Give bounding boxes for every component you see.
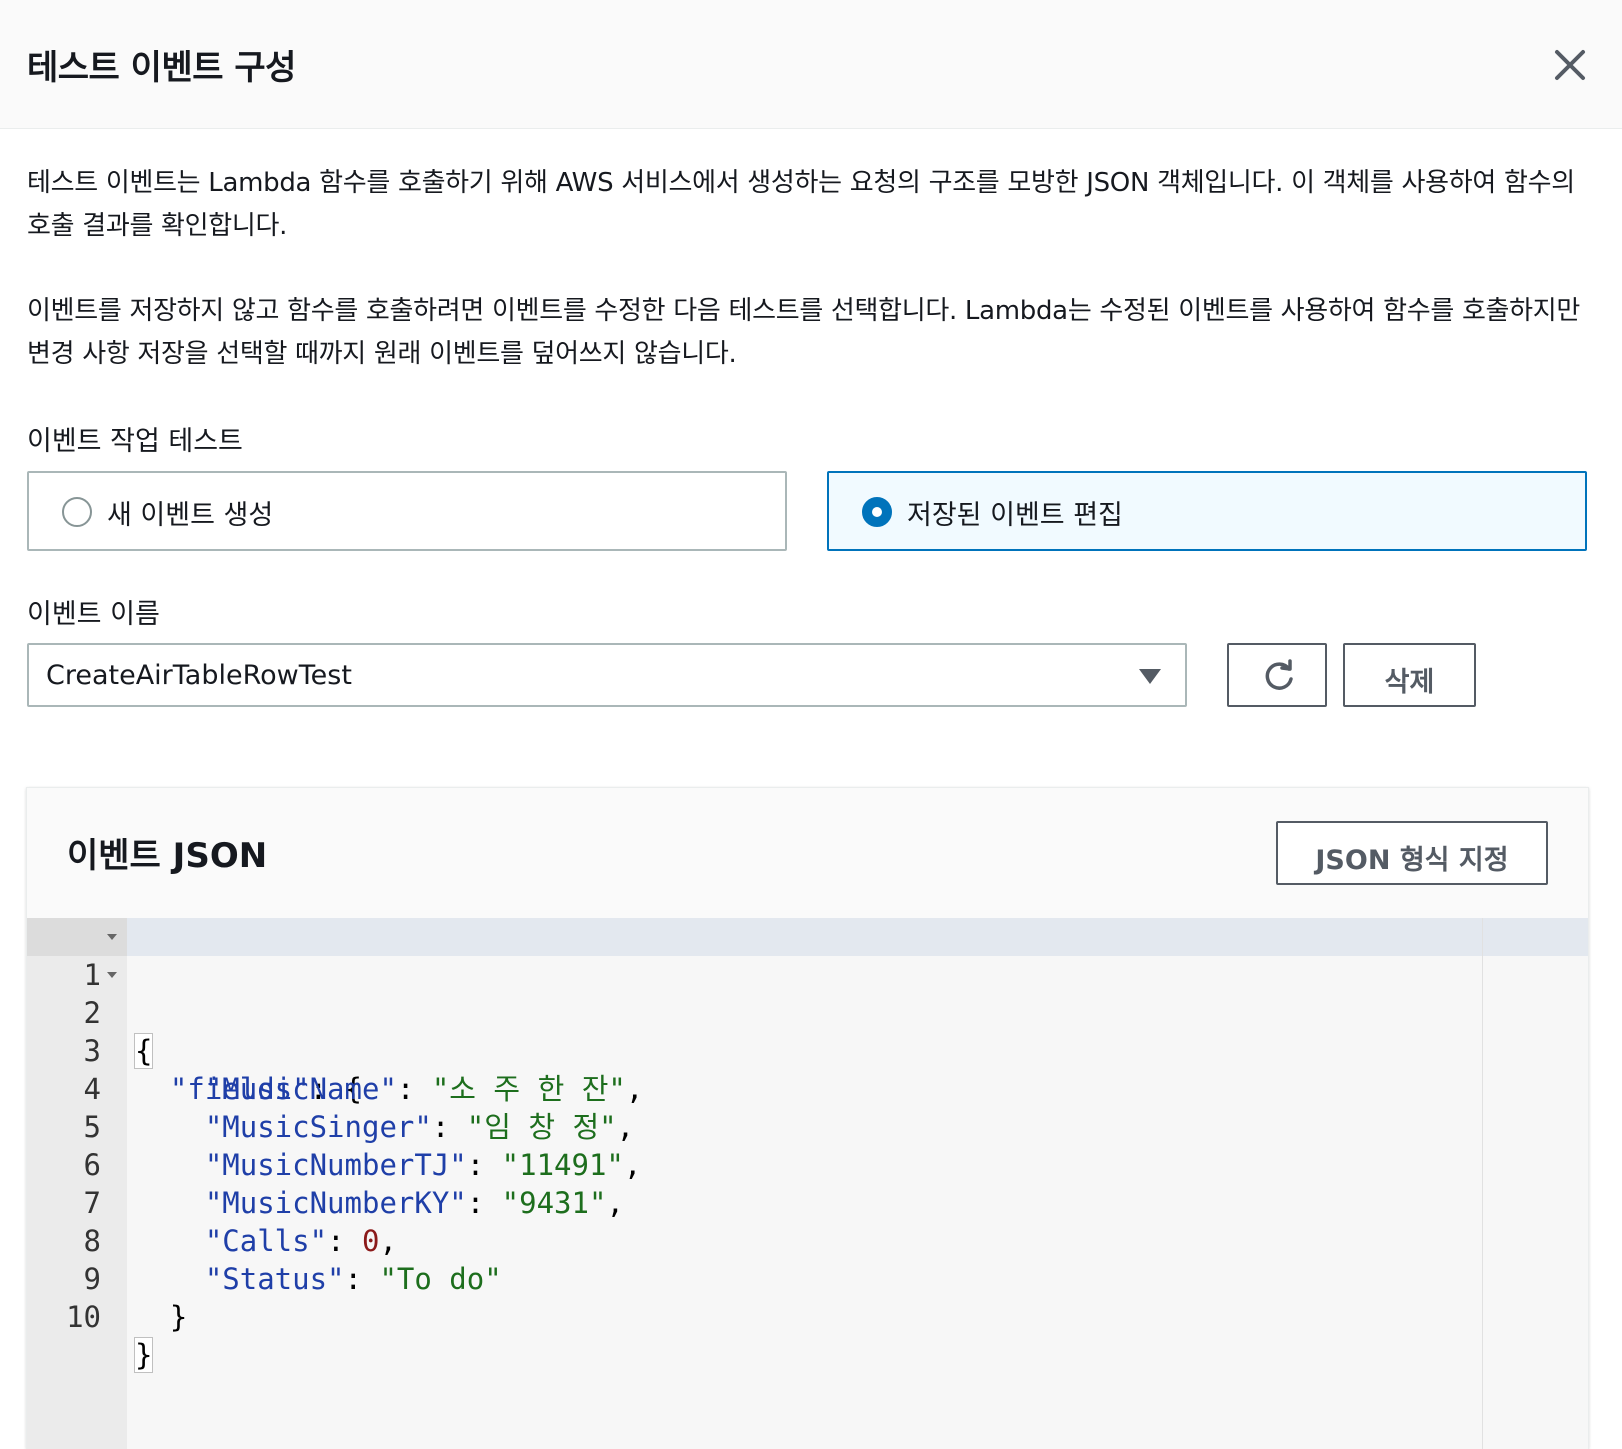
event-action-label: 이벤트 작업 테스트 [27,426,243,457]
code-line: 4 "MusicSinger": "임 창 정", [27,1032,1588,1144]
code-line: 8 "Status": "To do" [27,1184,1588,1296]
radio-label-edit-saved-event: 저장된 이벤트 편집 [907,500,1123,531]
code-line: 3 "MusicName": "소 주 한 잔", [27,994,1588,1106]
close-button[interactable] [1545,40,1595,90]
code-line: 7 "Calls": 0, [27,1146,1588,1258]
format-json-button[interactable]: JSON 형식 지정 [1276,821,1548,885]
description-paragraph-1: 테스트 이벤트는 Lambda 함수를 호출하기 위해 AWS 서비스에서 생성… [27,168,1575,241]
line-number: 10 [66,1300,101,1334]
event-name-select[interactable]: CreateAirTableRowTest [27,643,1187,707]
delete-button-label: 삭제 [1384,667,1435,698]
refresh-button[interactable] [1227,643,1327,707]
description-paragraph-2: 이벤트를 저장하지 않고 함수를 호출하려면 이벤트를 수정한 다음 테스트를 … [27,296,1581,369]
radio-edit-saved-event[interactable]: 저장된 이벤트 편집 [827,471,1587,551]
delete-button[interactable]: 삭제 [1343,643,1476,707]
close-icon [1555,50,1585,80]
format-json-button-label: JSON 형식 지정 [1315,845,1509,876]
fold-arrow-icon[interactable] [107,934,117,940]
radio-button-checked[interactable] [862,497,892,527]
dialog-title: 테스트 이벤트 구성 [27,48,296,88]
fold-arrow-icon[interactable] [107,972,117,978]
code-line: 9 } [27,1222,1588,1334]
close-brace: } [133,1337,154,1373]
refresh-icon [1265,659,1293,690]
event-name-label: 이벤트 이름 [27,599,160,630]
event-json-panel: 이벤트 JSON JSON 형식 지정 1 { 2 "fields": { 3 … [26,787,1589,1449]
json-code-editor[interactable]: 1 { 2 "fields": { 3 "MusicName": "소 주 한 … [27,918,1588,1449]
code-line: 5 "MusicNumberTJ": "11491", [27,1070,1588,1182]
code-line: 6 "MusicNumberKY": "9431", [27,1108,1588,1220]
code-line: 10 } [27,1260,1588,1373]
radio-label-create-new-event: 새 이벤트 생성 [107,500,274,531]
radio-create-new-event[interactable]: 새 이벤트 생성 [27,471,787,551]
dialog-header: 테스트 이벤트 구성 [0,0,1622,129]
caret-down-icon [1139,669,1161,684]
radio-button-unchecked[interactable] [62,497,92,527]
code-line: 1 { [27,918,1588,1069]
close-brace: } [169,1300,188,1334]
event-name-selected-value: CreateAirTableRowTest [46,660,352,691]
event-json-title: 이벤트 JSON [67,836,268,876]
code-line: 2 "fields": { [27,956,1588,1106]
